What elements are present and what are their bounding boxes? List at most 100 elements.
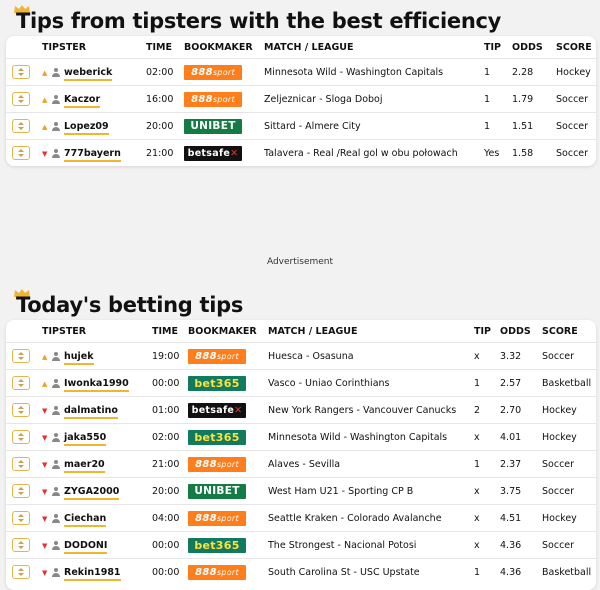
match-league: West Ham U21 - Sporting CP B — [266, 477, 472, 505]
header-score: SCORE — [542, 325, 578, 337]
table-row: ▲ hujek 19:00 888sport Huesca - Osasuna x 3.32… — [6, 342, 596, 370]
add-to-coupon-button[interactable] — [12, 457, 30, 471]
bet365-logo[interactable]: bet365 — [188, 537, 246, 553]
tip-value: 1 — [482, 85, 510, 113]
match-time: 19:00 — [150, 342, 186, 370]
888sport-logo[interactable]: 888sport — [188, 510, 246, 526]
unibet-logo[interactable]: UNIBET — [184, 118, 242, 134]
sport-label: Hockey — [554, 58, 596, 86]
table-row: ▼ DODONI 00:00 bet365 The Strongest - Nacion… — [6, 531, 596, 559]
table-row: ▼ Rekin1981 00:00 888sport South Carolina St… — [6, 558, 596, 585]
tipster-name-link[interactable]: ZYGA2000 — [64, 485, 120, 500]
trend-down-icon: ▼ — [42, 406, 48, 415]
sport-label: Hockey — [540, 396, 596, 424]
odds-value: 4.01 — [498, 423, 540, 451]
match-time: 20:00 — [144, 112, 182, 140]
todays-tips-table: TIPSTER TIME BOOKMAKER MATCH / LEAGUE TI… — [6, 320, 596, 585]
header-tipster: TIPSTER — [42, 325, 87, 337]
sport-label: Soccer — [540, 450, 596, 478]
888sport-logo[interactable]: 888sport — [188, 456, 246, 472]
tip-value: 2 — [472, 396, 498, 424]
tipster-name-link[interactable]: weberick — [64, 66, 113, 81]
sport-label: Basketball — [540, 558, 596, 585]
trend-down-icon: ▼ — [42, 541, 48, 550]
888sport-logo[interactable]: 888sport — [184, 64, 242, 80]
odds-value: 1.51 — [510, 112, 554, 140]
header-tipster: TIPSTER — [42, 41, 87, 53]
add-to-coupon-button[interactable] — [12, 484, 30, 498]
user-icon — [52, 459, 60, 469]
match-time: 04:00 — [150, 504, 186, 532]
match-time: 00:00 — [150, 531, 186, 559]
add-to-coupon-button[interactable] — [12, 565, 30, 579]
tip-value: 1 — [472, 369, 498, 397]
user-icon — [52, 67, 60, 77]
tipster-name-link[interactable]: DODONI — [64, 539, 108, 554]
table-row: ▲ Lopez09 20:00 UNIBET Sittard - Almere City… — [6, 112, 596, 140]
match-league: Vasco - Uniao Corinthians — [266, 369, 472, 397]
trend-up-icon: ▲ — [42, 95, 48, 104]
section-title-best-efficiency: Tips from tipsters with the best efficie… — [16, 9, 502, 33]
bet365-logo[interactable]: bet365 — [188, 375, 246, 391]
add-to-coupon-button[interactable] — [12, 349, 30, 363]
table-header-row: TIPSTER TIME BOOKMAKER MATCH / LEAGUE TI… — [6, 36, 596, 59]
add-to-coupon-button[interactable] — [12, 376, 30, 390]
trend-down-icon: ▼ — [42, 487, 48, 496]
betsafe-logo[interactable]: betsafe✕ — [184, 145, 242, 161]
add-to-coupon-button[interactable] — [12, 403, 30, 417]
table-row: ▼ jaka550 02:00 bet365 Minnesota Wild - Wash… — [6, 423, 596, 451]
match-league: Minnesota Wild - Washington Capitals — [266, 423, 472, 451]
header-time: TIME — [146, 41, 172, 53]
tipster-name-link[interactable]: Lopez09 — [64, 120, 109, 135]
table-row: ▼ maer20 21:00 888sport Alaves - Sevilla 1 2.3… — [6, 450, 596, 478]
match-time: 00:00 — [150, 558, 186, 585]
888sport-logo[interactable]: 888sport — [184, 91, 242, 107]
betsafe-logo[interactable]: betsafe✕ — [188, 402, 246, 418]
header-odds: ODDS — [512, 41, 543, 53]
match-league: Sittard - Almere City — [262, 112, 482, 140]
tipster-name-link[interactable]: Rekin1981 — [64, 566, 121, 581]
match-league: Seattle Kraken - Colorado Avalanche — [266, 504, 472, 532]
tipster-name-link[interactable]: jaka550 — [64, 431, 107, 446]
888sport-logo[interactable]: 888sport — [188, 348, 246, 364]
add-to-coupon-button[interactable] — [12, 511, 30, 525]
header-score: SCORE — [556, 41, 592, 53]
add-to-coupon-button[interactable] — [12, 430, 30, 444]
header-match: MATCH / LEAGUE — [264, 41, 354, 53]
odds-value: 1.79 — [510, 85, 554, 113]
tipster-name-link[interactable]: 777bayern — [64, 147, 121, 162]
bet365-logo[interactable]: bet365 — [188, 429, 246, 445]
add-to-coupon-button[interactable] — [12, 65, 30, 79]
user-icon — [52, 405, 60, 415]
add-to-coupon-button[interactable] — [12, 119, 30, 133]
tipster-name-link[interactable]: Ciechan — [64, 512, 107, 527]
unibet-logo[interactable]: UNIBET — [188, 483, 246, 499]
odds-value: 4.51 — [498, 504, 540, 532]
bookmaker-cell: 888sport — [186, 558, 266, 585]
sport-label: Soccer — [540, 342, 596, 370]
add-to-coupon-button[interactable] — [12, 146, 30, 160]
user-icon — [52, 486, 60, 496]
add-to-coupon-button[interactable] — [12, 92, 30, 106]
tipster-name-link[interactable]: Kaczor — [64, 93, 101, 108]
odds-value: 4.36 — [498, 531, 540, 559]
trend-down-icon: ▼ — [42, 149, 48, 158]
tip-value: 1 — [482, 58, 510, 86]
add-to-coupon-button[interactable] — [12, 538, 30, 552]
sport-label: Basketball — [540, 369, 596, 397]
user-icon — [52, 567, 60, 577]
sport-label: Soccer — [554, 85, 596, 113]
tipster-name-link[interactable]: hujek — [64, 350, 94, 365]
888sport-logo[interactable]: 888sport — [188, 564, 246, 580]
bookmaker-cell: betsafe✕ — [186, 396, 266, 424]
header-tip: TIP — [484, 41, 501, 53]
tipster-name-link[interactable]: Iwonka1990 — [64, 377, 129, 392]
header-bookmaker: BOOKMAKER — [184, 41, 253, 53]
tip-value: 1 — [472, 558, 498, 585]
bookmaker-cell: UNIBET — [186, 477, 266, 505]
match-time: 01:00 — [150, 396, 186, 424]
tipster-name-link[interactable]: dalmatino — [64, 404, 118, 419]
bookmaker-cell: UNIBET — [182, 112, 262, 140]
match-time: 02:00 — [150, 423, 186, 451]
tipster-name-link[interactable]: maer20 — [64, 458, 105, 473]
